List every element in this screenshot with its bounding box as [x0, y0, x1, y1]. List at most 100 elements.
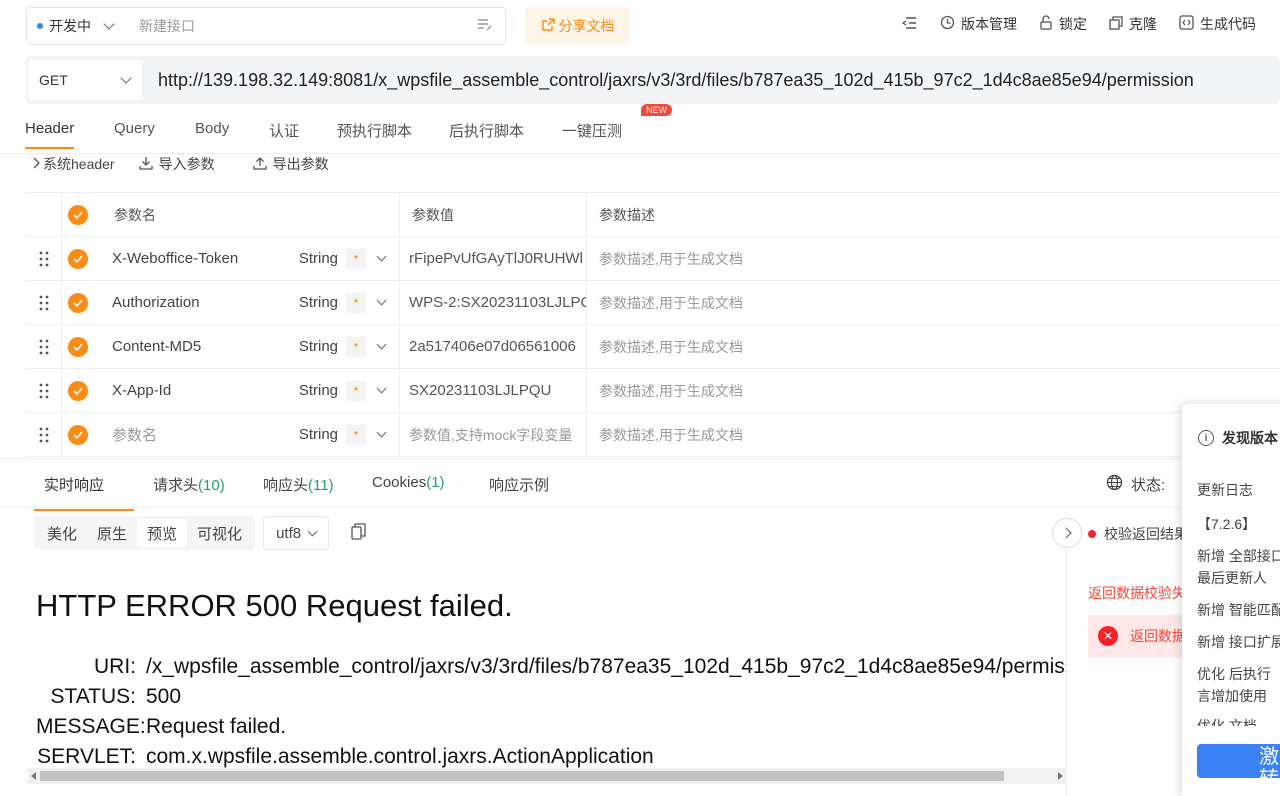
param-type: String — [298, 382, 338, 399]
tab-body[interactable]: Body — [195, 120, 229, 137]
share-doc-button[interactable]: 分享文档 — [525, 7, 630, 45]
type-select[interactable]: String * — [299, 237, 387, 280]
param-name-cell[interactable]: 参数名 String * — [94, 413, 400, 456]
row-checkbox[interactable] — [62, 237, 94, 280]
mode-beautify[interactable]: 美化 — [37, 519, 87, 547]
drag-handle-icon[interactable] — [26, 281, 62, 324]
select-all-checkbox[interactable] — [62, 193, 94, 236]
status-select[interactable]: 开发中 — [26, 7, 130, 45]
copy-icon — [1109, 15, 1123, 33]
version-manage-button[interactable]: 版本管理 — [940, 14, 1017, 34]
lock-button[interactable]: 锁定 — [1039, 14, 1087, 34]
param-desc-cell[interactable]: 参数描述,用于生成文档 — [587, 413, 1280, 456]
required-toggle[interactable]: * — [346, 336, 366, 357]
param-value-cell[interactable]: 参数值,支持mock字段变量 — [400, 413, 587, 456]
drag-handle-icon[interactable] — [26, 413, 62, 456]
type-select[interactable]: String * — [298, 369, 387, 412]
changelog-label: 更新日志 — [1197, 482, 1253, 498]
export-params-button[interactable]: 导出参数 — [252, 154, 329, 174]
tab-header[interactable]: Header — [25, 120, 75, 149]
param-name-cell[interactable]: X-Weboffice-Token String * — [94, 237, 400, 280]
update-popup: i 发现版本 更新日志 【7.2.6】 新增 全部接口 最后更新人 新增 智能匹… — [1182, 404, 1280, 796]
type-select[interactable]: String * — [299, 413, 387, 456]
tab-request-headers[interactable]: 请求头(10) — [153, 474, 225, 495]
param-desc-cell[interactable]: 参数描述,用于生成文档 — [587, 237, 1280, 280]
system-header-toggle[interactable]: 系统header — [32, 154, 115, 174]
param-desc-cell[interactable]: 参数描述,用于生成文档 — [587, 369, 1280, 412]
row-checkbox[interactable] — [62, 281, 94, 324]
import-params-label: 导入参数 — [158, 156, 215, 172]
tab-label: 实时响应 — [44, 477, 105, 494]
list-edit-icon[interactable] — [477, 18, 493, 35]
drag-handle-icon[interactable] — [26, 369, 62, 412]
tab-query[interactable]: Query — [114, 120, 155, 137]
count-badge: (1) — [426, 474, 445, 491]
activate-button[interactable]: 激活 转 — [1197, 744, 1280, 778]
tab-live-response[interactable]: 实时响应 — [33, 474, 135, 511]
scroll-right-icon[interactable] — [1058, 772, 1063, 780]
mode-raw[interactable]: 原生 — [87, 519, 137, 547]
response-tabs: 实时响应 请求头(10) 响应头(11) Cookies(1) 响应示例 状态: — [0, 458, 1180, 511]
param-value-cell[interactable]: 2a517406e07d06561006 — [400, 325, 587, 368]
param-name: Authorization — [112, 294, 200, 311]
required-toggle[interactable]: * — [346, 248, 366, 269]
check-icon — [68, 380, 88, 401]
param-value-cell[interactable]: rFipePvUfGAyTlJ0RUHWl — [400, 237, 587, 280]
response-preview: HTTP ERROR 500 Request failed. URI: /x_w… — [26, 558, 1067, 772]
clone-button[interactable]: 克隆 — [1109, 14, 1157, 34]
row-checkbox[interactable] — [62, 413, 94, 456]
encoding-select[interactable]: utf8 — [263, 516, 330, 550]
chevron-right-icon — [1059, 527, 1072, 539]
param-name-cell[interactable]: Authorization String * — [94, 281, 400, 324]
api-name-input[interactable] — [129, 8, 449, 44]
url-input[interactable]: http://139.198.32.149:8081/x_wpsfile_ass… — [158, 70, 1194, 91]
changelog-line: 新增 接口扩展 — [1197, 634, 1280, 650]
top-toolbar: 开发中 分享文档 版本管理 锁定 克隆 生成代码 — [0, 0, 1280, 54]
tab-response-example[interactable]: 响应示例 — [489, 474, 549, 495]
changelog-line: 新增 全部接口 — [1197, 548, 1280, 564]
row-checkbox[interactable] — [62, 369, 94, 412]
request-tabs: Header Query Body 认证 预执行脚本 后执行脚本 一键压测 NE… — [0, 104, 1280, 154]
drag-handle-icon[interactable] — [26, 237, 62, 280]
copy-icon[interactable] — [351, 523, 366, 543]
param-value-cell[interactable]: WPS-2:SX20231103LJLPQ — [400, 281, 587, 324]
tab-response-headers[interactable]: 响应头(11) — [263, 474, 334, 495]
collapse-panel-button[interactable] — [1052, 518, 1082, 548]
param-desc-cell[interactable]: 参数描述,用于生成文档 — [587, 325, 1280, 368]
api-name-field[interactable] — [129, 7, 506, 45]
mode-preview[interactable]: 预览 — [137, 519, 188, 547]
chevron-down-icon — [376, 295, 387, 306]
required-toggle[interactable]: * — [346, 424, 366, 445]
tab-post-script[interactable]: 后执行脚本 — [449, 120, 524, 141]
required-toggle[interactable]: * — [346, 292, 366, 313]
tab-auth[interactable]: 认证 — [269, 120, 299, 141]
row-checkbox[interactable] — [62, 325, 94, 368]
scrollbar-thumb[interactable] — [40, 771, 1004, 781]
param-name-placeholder: 参数名 — [112, 427, 158, 444]
code-icon — [1179, 15, 1194, 33]
type-select[interactable]: String * — [299, 281, 387, 324]
tab-pre-script[interactable]: 预执行脚本 — [337, 120, 412, 141]
mode-visualize[interactable]: 可视化 — [187, 519, 252, 547]
globe-icon[interactable] — [1106, 474, 1123, 495]
generate-code-button[interactable]: 生成代码 — [1179, 14, 1256, 34]
outdent-icon[interactable] — [901, 16, 918, 33]
required-toggle[interactable]: * — [346, 380, 366, 401]
param-desc-cell[interactable]: 参数描述,用于生成文档 — [587, 281, 1280, 324]
error-row: URI: /x_wpsfile_assemble_control/jaxrs/v… — [36, 652, 1067, 682]
param-name-cell[interactable]: X-App-Id String * — [94, 369, 400, 412]
param-value-cell[interactable]: SX20231103LJLPQU — [400, 369, 587, 412]
param-name: Content-MD5 — [112, 338, 202, 355]
changelog-line: 优化 文档 — [1197, 718, 1257, 726]
tab-cookies[interactable]: Cookies(1) — [372, 474, 445, 491]
type-select[interactable]: String * — [299, 325, 387, 368]
tab-stress-test[interactable]: 一键压测 — [562, 120, 622, 141]
param-name-cell[interactable]: Content-MD5 String * — [94, 325, 400, 368]
drag-handle-icon[interactable] — [26, 325, 62, 368]
tab-label: Cookies — [372, 474, 427, 491]
method-select[interactable]: GET — [28, 60, 142, 100]
import-params-button[interactable]: 导入参数 — [138, 154, 215, 174]
scroll-left-icon[interactable] — [31, 772, 36, 780]
horizontal-scrollbar[interactable] — [28, 768, 1066, 784]
chevron-down-icon — [376, 383, 387, 394]
